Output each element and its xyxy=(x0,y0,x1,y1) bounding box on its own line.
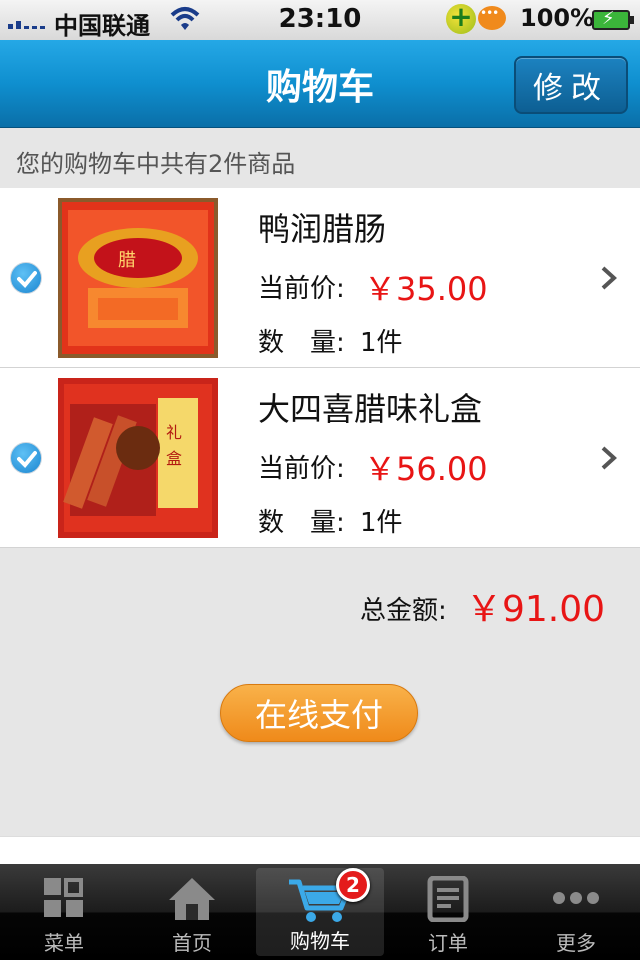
price-label: 当前价: xyxy=(258,454,345,484)
chat-app-icon xyxy=(478,6,506,30)
item-name: 大四喜腊味礼盒 xyxy=(258,390,483,428)
item-price: ￥35.00 xyxy=(364,270,488,308)
cart-item[interactable]: 腊 鸭润腊肠 当前价: ￥35.00 数 量: 1件 xyxy=(0,188,640,368)
svg-text:礼: 礼 xyxy=(166,423,182,442)
chevron-right-icon[interactable] xyxy=(598,444,620,472)
check-icon xyxy=(17,271,37,288)
tab-more[interactable]: 更多 xyxy=(512,864,640,960)
item-price: ￥56.00 xyxy=(364,450,488,488)
edit-button[interactable]: 修改 xyxy=(514,56,628,114)
quantity-label: 数 量: xyxy=(258,328,345,358)
total-section: 总金额: ￥91.00 在线支付 xyxy=(0,548,640,836)
tab-label: 首页 xyxy=(172,931,212,955)
chevron-right-icon[interactable] xyxy=(598,264,620,292)
cart-summary: 您的购物车中共有2件商品 xyxy=(0,128,640,188)
item-checkbox[interactable] xyxy=(10,442,42,474)
tab-label: 更多 xyxy=(556,931,596,955)
cart-count-badge: 2 xyxy=(336,868,370,902)
item-quantity: 1件 xyxy=(360,328,403,358)
cart-item[interactable]: 礼 盒 大四喜腊味礼盒 当前价: ￥56.00 数 量: 1件 xyxy=(0,368,640,548)
tab-bar: 菜单 首页 2 购物车 订单 更多 xyxy=(0,864,640,960)
home-icon xyxy=(169,878,215,920)
product-image[interactable]: 礼 盒 xyxy=(58,378,218,538)
total-label: 总金额: xyxy=(360,596,447,626)
tab-menu[interactable]: 菜单 xyxy=(0,864,128,960)
tab-label: 订单 xyxy=(428,931,468,955)
content-footer xyxy=(0,836,640,864)
security-app-icon xyxy=(446,0,476,34)
check-icon xyxy=(17,451,37,468)
grid-icon xyxy=(44,878,83,917)
total-amount: ￥91.00 xyxy=(466,589,606,630)
battery-icon: ⚡ xyxy=(592,8,634,30)
svg-text:腊: 腊 xyxy=(118,250,136,271)
tab-label: 购物车 xyxy=(290,929,350,953)
online-pay-button[interactable]: 在线支付 xyxy=(220,684,418,742)
more-icon xyxy=(553,892,599,904)
tab-home[interactable]: 首页 xyxy=(128,864,256,960)
item-quantity: 1件 xyxy=(360,508,403,538)
tab-label: 菜单 xyxy=(44,931,84,955)
price-label: 当前价: xyxy=(258,274,345,304)
item-checkbox[interactable] xyxy=(10,262,42,294)
item-name: 鸭润腊肠 xyxy=(258,210,387,248)
quantity-label: 数 量: xyxy=(258,508,345,538)
tab-orders[interactable]: 订单 xyxy=(384,864,512,960)
svg-text:盒: 盒 xyxy=(166,449,182,468)
status-bar: 中国联通 23:10 100% ⚡ xyxy=(0,0,640,40)
tab-cart[interactable]: 2 购物车 xyxy=(256,868,384,956)
battery-percent: 100% xyxy=(520,4,595,32)
product-image[interactable]: 腊 xyxy=(58,198,218,358)
document-icon xyxy=(427,876,469,922)
navigation-bar: 购物车 修改 xyxy=(0,40,640,128)
